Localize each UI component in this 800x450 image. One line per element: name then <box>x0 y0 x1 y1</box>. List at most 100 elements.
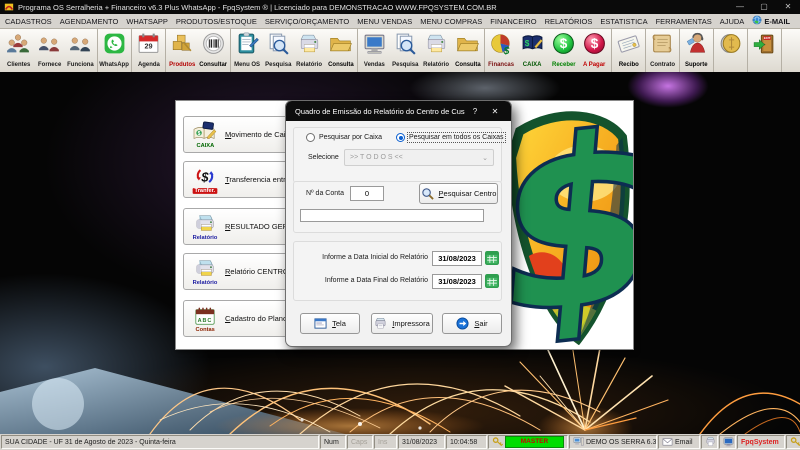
status-location: SUA CIDADE - UF 31 de Agosto de 2023 - Q… <box>1 435 319 449</box>
toolbar-button-menu-os-label: Menu OS <box>235 61 261 67</box>
toolbar-button-whatsapp[interactable]: WhatsApp <box>99 29 130 72</box>
radio-circle[interactable] <box>306 133 315 142</box>
toolbar-button-contrato[interactable]: Contrato <box>647 29 678 72</box>
toolbar-button-a-pagar[interactable]: $A Pagar <box>579 29 610 72</box>
data-final-label: Informe a Data Final do Relatório <box>304 277 428 284</box>
toolbar-group: Suporte <box>680 29 714 72</box>
status-date: 31/08/2023 <box>398 435 445 449</box>
svg-text:$: $ <box>503 105 633 345</box>
menu-item-ajuda[interactable]: AJUDA <box>720 17 745 26</box>
toolbar-button-consulta-2[interactable]: Consulta <box>452 29 483 72</box>
dialog-help-button[interactable]: ? <box>465 107 485 116</box>
data-inicial-input[interactable]: 31/08/2023 <box>432 251 482 266</box>
scroll-icon <box>650 31 675 61</box>
title-bar: Programa OS Serralheria + Financeiro v6.… <box>0 0 800 14</box>
toolbar-button-produtos[interactable]: Produtos <box>167 29 198 72</box>
welding-sparks-image <box>0 342 800 434</box>
tela-button[interactable]: Tela <box>300 313 360 334</box>
menu-item-relat-rios[interactable]: RELATÓRIOS <box>545 17 593 26</box>
toolbar-button-recibo[interactable]: Recibo <box>613 29 644 72</box>
toolbar-button-coin[interactable] <box>715 29 746 72</box>
toolbar-button-clientes[interactable]: Clientes <box>3 29 34 72</box>
svg-text:$: $ <box>525 38 530 48</box>
toolbar-group: EXIT <box>748 29 782 72</box>
data-final-input[interactable]: 31/08/2023 <box>432 274 482 289</box>
menu-item-e-mail[interactable]: E-MAIL <box>752 15 790 27</box>
calendar-icon <box>485 274 499 288</box>
toolbar-button-funciona-label: Funciona <box>67 61 94 67</box>
toolbar-button-pesquisa-label: Pesquisa <box>265 61 291 67</box>
menu-item-menu-vendas[interactable]: MENU VENDAS <box>357 17 412 26</box>
calendar-inicial-button[interactable] <box>485 251 499 265</box>
toolbar-button-a-pagar-label: A Pagar <box>583 61 605 67</box>
centro-nome-field[interactable] <box>300 209 484 222</box>
conta-label: Nº da Conta <box>306 190 344 197</box>
email-globe-icon <box>752 15 762 27</box>
magnifier-icon <box>421 187 434 200</box>
menu-item-servi-o-or-amento[interactable]: SERVIÇO/ORÇAMENTO <box>265 17 349 26</box>
close-button[interactable]: ✕ <box>776 0 800 14</box>
key-icon <box>790 436 800 449</box>
toolbar-button-consulta[interactable]: Consulta <box>325 29 356 72</box>
minimize-button[interactable]: — <box>728 0 752 14</box>
searchdocs-icon <box>266 31 291 61</box>
toolbar-group: 29Agenda <box>132 29 166 72</box>
toolbar-button-consultar[interactable]: Consultar <box>198 29 229 72</box>
dialog-title-bar[interactable]: Quadro de Emissão do Relatório do Centro… <box>286 101 511 121</box>
toolbar-button-suporte[interactable]: Suporte <box>681 29 712 72</box>
toolbar-button-exitdoor[interactable]: EXIT <box>749 29 780 72</box>
toolbar-button-pesquisa-2[interactable]: Pesquisa <box>390 29 421 72</box>
toolbar-button-menu-os[interactable]: Menu OS <box>232 29 263 72</box>
toolbar-button-caixa[interactable]: $ CAIXA <box>517 29 548 72</box>
sair-button[interactable]: Sair <box>442 313 502 334</box>
status-printer-button[interactable] <box>701 435 718 449</box>
menu-item-ferramentas[interactable]: FERRAMENTAS <box>656 17 712 26</box>
toolbar-button-relat-rio-2[interactable]: Relatório <box>421 29 452 72</box>
data-inicial-label: Informe a Data Inicial do Relatório <box>304 254 428 261</box>
status-num-indicator: Num <box>320 435 346 449</box>
calendar-final-button[interactable] <box>485 274 499 288</box>
menu-item-cadastros[interactable]: CADASTROS <box>5 17 52 26</box>
pesquisar-centro-button[interactable]: Pesquisar Centro <box>419 183 498 204</box>
toolbar-button-recibo-label: Recibo <box>619 61 639 67</box>
menu-item-estatistica[interactable]: ESTATISTICA <box>600 17 647 26</box>
toolbar-button-relat-rio[interactable]: Relatório <box>294 29 325 72</box>
toolbar-button-pesquisa[interactable]: Pesquisa <box>263 29 294 72</box>
toolbar-button-vendas[interactable]: Vendas <box>359 29 390 72</box>
sideprinter-icon: Relatório <box>188 213 222 241</box>
report-dialog: Quadro de Emissão do Relatório do Centro… <box>285 100 512 347</box>
toolbar-group: Menu OS PesquisaRelatórioConsulta <box>231 29 358 72</box>
menu-item-financeiro[interactable]: FINANCEIRO <box>490 17 536 26</box>
dialog-close-button[interactable]: ✕ <box>485 107 505 116</box>
maximize-button[interactable]: ▢ <box>752 0 776 14</box>
status-email-button[interactable]: Email <box>658 435 700 449</box>
menu-item-produtos-estoque[interactable]: PRODUTOS/ESTOQUE <box>176 17 257 26</box>
svg-text:ABC: ABC <box>198 317 213 323</box>
toolbar-button-funciona[interactable]: Funciona <box>65 29 96 72</box>
radio-pesquisar-todos[interactable]: Pesquisar em todos os Caixas <box>396 133 504 142</box>
toolbar-button-whatsapp-label: WhatsApp <box>100 61 130 67</box>
monitor-icon <box>723 436 734 449</box>
toolbar-button-financas[interactable]: $Financas <box>486 29 517 72</box>
pc-icon <box>573 436 584 449</box>
caixa-select[interactable]: >> T O D O S << ⌄ <box>344 149 494 166</box>
toolbar-button-fornece-label: Fornece <box>38 61 61 67</box>
menu-bar: CADASTROS AGENDAMENTO WHATSAPP PRODUTOS/EST… <box>0 14 800 29</box>
status-monitor-button[interactable] <box>719 435 736 449</box>
menu-item-whatsapp[interactable]: WHATSAPP <box>126 17 168 26</box>
toolbar-button-consulta-2-label: Consulta <box>455 61 481 67</box>
radio-circle-selected[interactable] <box>396 133 405 142</box>
toolbar-button-receber[interactable]: $Receber <box>548 29 579 72</box>
clipboard-icon <box>235 31 260 61</box>
menu-item-agendamento[interactable]: AGENDAMENTO <box>60 17 119 26</box>
menu-item-menu-compras[interactable]: MENU COMPRAS <box>420 17 482 26</box>
printer-icon <box>374 317 387 330</box>
radio-pesquisar-por-caixa[interactable]: Pesquisar por Caixa <box>306 133 382 142</box>
app-icon <box>4 2 14 12</box>
toolbar-button-fornece[interactable]: Fornece <box>34 29 65 72</box>
toolbar-button-caixa-label: CAIXA <box>523 61 542 67</box>
toolbar-button-agenda[interactable]: 29Agenda <box>133 29 164 72</box>
conta-input[interactable]: 0 <box>350 186 384 201</box>
impressora-button[interactable]: Impressora <box>371 313 433 334</box>
key-icon <box>492 436 503 449</box>
